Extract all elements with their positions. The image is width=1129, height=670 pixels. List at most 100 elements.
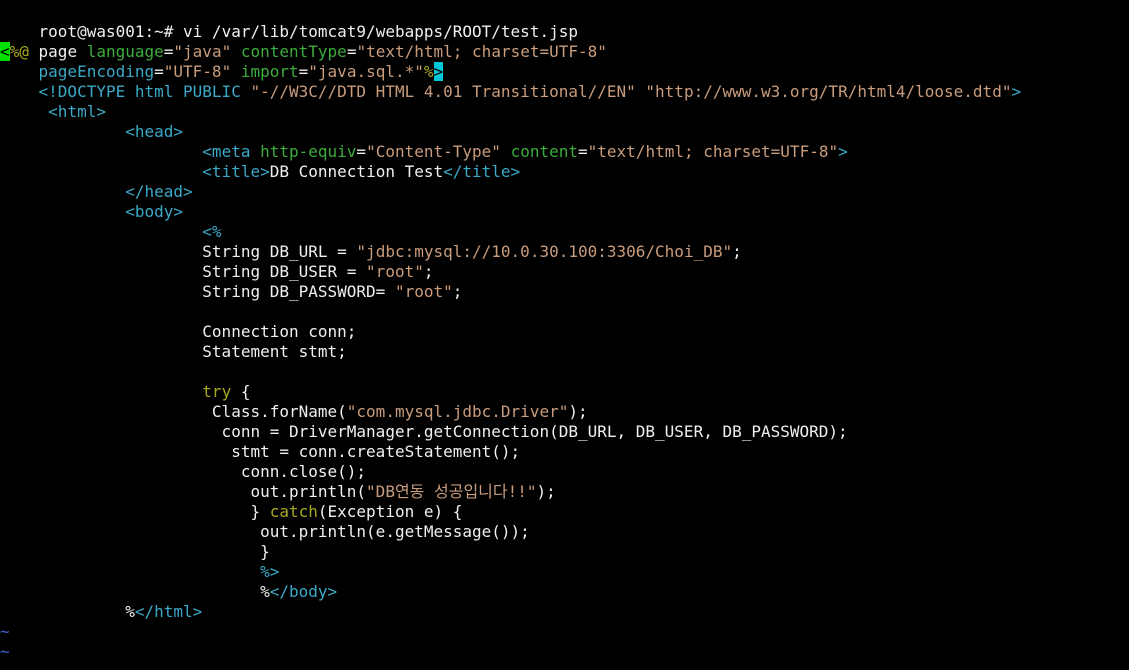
code-token-tag: <%: [202, 222, 222, 241]
code-token-default: String DB_PASSWORD=: [0, 282, 395, 301]
code-token-tag: </title>: [443, 162, 521, 181]
code-line: <%: [0, 222, 222, 242]
code-token-tag: <head>: [125, 122, 184, 141]
terminal-window[interactable]: root@was001:~# vi /var/lib/tomcat9/webap…: [0, 0, 1129, 670]
code-line: %</body>: [0, 582, 337, 602]
code-token-default: =: [578, 142, 588, 161]
code-token-default: );: [536, 482, 556, 501]
code-token-tag: >: [1011, 82, 1022, 101]
code-token-default: String DB_USER =: [0, 262, 367, 281]
code-token-string: "jdbc:mysql://10.0.30.100:3306/Choi_DB": [356, 242, 733, 261]
code-token-default: [0, 562, 260, 581]
code-line: out.println("DB연동 성공입니다!!");: [0, 482, 556, 502]
code-token-attribute: import: [240, 62, 299, 81]
code-token-default: [636, 82, 646, 101]
code-line: </head>: [0, 182, 193, 202]
shell-prompt-line: root@was001:~# vi /var/lib/tomcat9/webap…: [0, 2, 578, 41]
code-token-default: stmt = conn.createStatement();: [0, 442, 521, 461]
code-token-default: [0, 222, 202, 241]
code-token-default: [0, 382, 202, 401]
code-line: conn = DriverManager.getConnection(DB_UR…: [0, 422, 848, 442]
code-token-default: page: [28, 42, 87, 61]
shell-command: vi /var/lib/tomcat9/webapps/ROOT/test.js…: [183, 22, 578, 41]
code-token-default: [0, 142, 202, 161]
code-line: <html>: [0, 102, 106, 122]
code-token-string: "-//W3C//DTD HTML 4.01 Transitional//EN": [250, 82, 636, 101]
code-token-attribute: content: [510, 142, 578, 161]
code-token-default: ;: [452, 282, 463, 301]
code-line: Statement stmt;: [0, 342, 347, 362]
code-token-attribute: language: [86, 42, 164, 61]
code-token-default: {: [231, 382, 251, 401]
code-line: stmt = conn.createStatement();: [0, 442, 520, 462]
code-token-tag: <title>: [202, 162, 270, 181]
code-token-default: =: [163, 42, 174, 61]
code-token-tag: </html>: [134, 602, 203, 621]
code-token-default: conn.close();: [0, 462, 367, 481]
code-line: String DB_URL = "jdbc:mysql://10.0.30.10…: [0, 242, 742, 262]
cursor-highlight: <: [0, 42, 10, 61]
matching-bracket-highlight: >: [433, 62, 444, 81]
code-token-default: [0, 102, 48, 121]
code-token-attribute: http-equiv: [260, 142, 357, 161]
code-line: Connection conn;: [0, 322, 356, 342]
code-token-default: }: [0, 502, 270, 521]
code-token-string: "com.mysql.jdbc.Driver": [346, 402, 569, 421]
code-token-default: [501, 142, 511, 161]
code-token-default: [0, 202, 125, 221]
code-line: <!DOCTYPE html PUBLIC "-//W3C//DTD HTML …: [0, 82, 1022, 102]
code-token-default: );: [568, 402, 588, 421]
code-token-default: ;: [732, 242, 742, 261]
code-token-default: [0, 182, 125, 201]
code-line: conn.close();: [0, 462, 366, 482]
code-token-tag: >: [838, 142, 848, 161]
code-token-default: DB Connection Test: [269, 162, 444, 181]
code-token-string: "UTF-8": [163, 62, 232, 81]
code-token-default: (Exception e) {: [317, 502, 463, 521]
code-token-keyword: catch: [269, 502, 318, 521]
empty-line-tilde: ~: [0, 622, 10, 641]
code-token-delimiter: %@: [9, 42, 29, 61]
shell-prompt: root@was001:~#: [38, 22, 184, 41]
code-token-string: "DB연동 성공입니다!!": [366, 482, 537, 501]
code-line: <head>: [0, 122, 183, 142]
code-token-default: ;: [423, 262, 434, 281]
code-token-string: "text/html; charset=UTF-8": [356, 42, 607, 61]
code-token-default: out.println(: [0, 482, 367, 501]
code-token-tag: <meta: [202, 142, 261, 161]
code-line: }: [0, 542, 270, 562]
code-token-tag: </head>: [125, 182, 193, 201]
code-token-default: [0, 82, 39, 101]
code-token-default: =: [346, 42, 357, 61]
code-token-default: conn = DriverManager.getConnection(DB_UR…: [0, 422, 848, 441]
code-token-default: %: [0, 582, 270, 601]
code-token-default: [0, 122, 125, 141]
code-line: out.println(e.getMessage());: [0, 522, 530, 542]
code-line: Class.forName("com.mysql.jdbc.Driver");: [0, 402, 588, 422]
code-token-default: [231, 42, 241, 61]
code-token-string: "root": [366, 262, 424, 281]
code-token-string: "root": [394, 282, 453, 301]
code-token-default: String DB_URL =: [0, 242, 357, 261]
empty-line-tilde: ~: [0, 642, 10, 661]
code-token-default: [231, 62, 241, 81]
code-token-string: "text/html; charset=UTF-8": [587, 142, 839, 161]
code-token-keyword: try: [202, 382, 232, 401]
code-line: <body>: [0, 202, 183, 222]
code-token-default: }: [0, 542, 270, 561]
code-line: %>: [0, 562, 279, 582]
code-token-default: out.println(e.getMessage());: [0, 522, 530, 541]
code-token-default: %: [0, 602, 135, 621]
code-token-default: [0, 162, 202, 181]
code-line: <%@ page language="java" contentType="te…: [0, 42, 607, 62]
code-token-tag: pageEncoding: [38, 62, 155, 81]
code-token-string: "java.sql.*": [308, 62, 424, 81]
code-line: pageEncoding="UTF-8" import="java.sql.*"…: [0, 62, 444, 82]
code-token-string: "http://www.w3.org/TR/html4/loose.dtd": [645, 82, 1012, 101]
code-token-delimiter: %: [423, 62, 434, 81]
code-token-tag: </body>: [269, 582, 338, 601]
code-token-tag: <!DOCTYPE html PUBLIC: [38, 82, 251, 101]
code-token-tag: %>: [260, 562, 280, 581]
code-token-tag: <html>: [48, 102, 106, 121]
code-token-string: "java": [173, 42, 232, 61]
